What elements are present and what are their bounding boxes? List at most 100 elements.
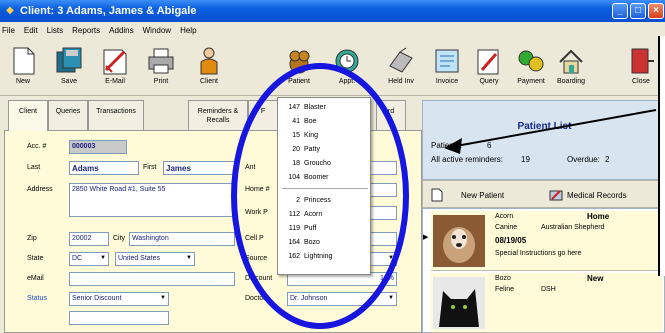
dog-photo	[433, 215, 485, 267]
new-patient-button[interactable]: New Patient	[431, 185, 504, 205]
new-button[interactable]: New	[4, 42, 42, 94]
new-document-icon	[8, 46, 38, 76]
patient-button[interactable]: Patient	[280, 42, 318, 94]
menu-bar: File Edit Lists Reports Addins Window He…	[0, 22, 665, 38]
menu-lists[interactable]: Lists	[47, 26, 63, 35]
acct-field[interactable]: 000003	[69, 140, 127, 154]
title-bar: ◆ Client: 3 Adams, James & Abigale _ □ ×	[0, 0, 665, 22]
zip-field[interactable]: 20002	[69, 232, 109, 246]
pet-breed: DSH	[541, 286, 556, 293]
email-button[interactable]: E-Mail	[96, 42, 134, 94]
menu-item-lightning[interactable]: 162 Lightning	[284, 250, 332, 262]
maximize-button[interactable]: □	[630, 3, 646, 19]
reminders-count: 19	[521, 155, 530, 164]
pet-name: Bozo	[495, 275, 511, 282]
client-button[interactable]: Client	[190, 42, 228, 94]
patient-card-bozo[interactable]: Bozo New Feline DSH	[431, 273, 663, 333]
window-close-button[interactable]: ×	[648, 3, 664, 19]
menu-file[interactable]: File	[2, 26, 15, 35]
address-field[interactable]: 2850 White Road #1, Suite 55	[69, 183, 235, 217]
tab-transactions[interactable]: Transactions	[88, 100, 144, 130]
menu-item-boe[interactable]: 41 Boe	[284, 115, 316, 127]
menu-item-puff[interactable]: 119 Puff	[284, 222, 317, 234]
reminders-label: All active reminders:	[431, 155, 504, 164]
email-icon	[100, 46, 130, 76]
pet-species: Canine	[495, 224, 518, 231]
new-document-icon	[431, 188, 443, 202]
cat-photo	[433, 277, 485, 329]
menu-item-boomer[interactable]: 104 Boomer	[284, 171, 328, 183]
menu-item-king[interactable]: 15 King	[284, 129, 318, 141]
appointment-button[interactable]: Appt.	[328, 42, 366, 94]
last-name-field[interactable]: Adams	[69, 161, 139, 175]
held-invoice-button[interactable]: Held Inv	[382, 42, 420, 94]
patient-dropdown-menu: 147 Blaster 41 Boe 15 King 20 Patty 18 Grouch…	[277, 97, 371, 275]
menu-item-blaster[interactable]: 147 Blaster	[284, 101, 325, 113]
first-label: First	[143, 164, 157, 171]
patients-label: Patients:	[431, 141, 463, 150]
email-field[interactable]	[69, 272, 235, 286]
first-name-field[interactable]: James	[163, 161, 235, 175]
menu-item-acorn[interactable]: 112 Acorn	[284, 208, 322, 220]
patient-icon	[284, 46, 314, 76]
doctor-select[interactable]: Dr. Johnson ▼	[287, 292, 397, 306]
payment-button[interactable]: Payment	[512, 42, 550, 94]
overdue-label: Overdue:	[567, 155, 600, 164]
held-invoice-icon	[386, 46, 416, 76]
chevron-down-icon: ▼	[100, 255, 106, 261]
tab-rd[interactable]: rd	[376, 100, 406, 130]
medical-records-button[interactable]: Medical Records	[549, 185, 627, 205]
invoice-button[interactable]: Invoice	[428, 42, 466, 94]
boarding-button[interactable]: Boarding	[552, 42, 590, 94]
menu-edit[interactable]: Edit	[24, 26, 38, 35]
patient-cards: ▶ Acorn Home Canine Australian Shepherd …	[422, 208, 665, 333]
print-button[interactable]: Print	[142, 42, 180, 94]
state-select[interactable]: DC ▼	[69, 252, 109, 266]
patient-list-title: Patient List	[517, 121, 572, 132]
row-pointer-icon: ▶	[423, 234, 429, 241]
menu-help[interactable]: Help	[180, 26, 196, 35]
patient-list-header: Patient List Patients: 6 All active remi…	[422, 100, 665, 180]
printer-icon	[146, 46, 176, 76]
pet-status: Home	[587, 212, 610, 221]
status-select[interactable]: Senior Discount ▼	[69, 292, 169, 306]
query-button[interactable]: Query	[470, 42, 508, 94]
tab-reminders-recalls[interactable]: Reminders & Recalls	[188, 100, 248, 130]
acct-label: Acc. #	[27, 143, 47, 150]
menu-addins[interactable]: Addins	[109, 26, 133, 35]
menu-item-bozo[interactable]: 164 Bozo	[284, 236, 320, 248]
pet-status: New	[587, 274, 604, 283]
menu-window[interactable]: Window	[143, 26, 171, 35]
discount-label: Discount	[245, 275, 273, 282]
save-icon	[54, 46, 84, 76]
menu-reports[interactable]: Reports	[72, 26, 100, 35]
patients-count: 6	[487, 141, 492, 150]
status-label: Status	[27, 295, 47, 302]
medical-records-icon	[549, 190, 563, 201]
pet-date: 08/19/05	[495, 236, 527, 245]
menu-separator	[282, 188, 368, 189]
patient-card-acorn[interactable]: Acorn Home Canine Australian Shepherd 08…	[431, 211, 663, 271]
address-label: Address	[27, 186, 53, 193]
country-select[interactable]: United States ▼	[115, 252, 195, 266]
extra-field[interactable]	[69, 311, 169, 325]
menu-item-groucho[interactable]: 18 Groucho	[284, 157, 331, 169]
close-icon	[626, 46, 656, 76]
chevron-down-icon: ▼	[388, 295, 394, 301]
pet-name: Acorn	[495, 213, 514, 220]
toolbar: New Save E-Mail Print Client Patient App…	[0, 38, 665, 96]
close-button[interactable]: Close	[622, 42, 660, 94]
menu-item-princess[interactable]: 2 Princess	[284, 194, 331, 206]
ant-label: Ant	[245, 164, 256, 171]
save-button[interactable]: Save	[50, 42, 88, 94]
minimize-button[interactable]: _	[612, 3, 628, 19]
menu-item-patty[interactable]: 20 Patty	[284, 143, 320, 155]
tab-queries[interactable]: Queries	[48, 100, 88, 130]
invoice-icon	[432, 46, 462, 76]
patient-actions-bar: New Patient Medical Records	[422, 180, 665, 208]
tab-f[interactable]: F	[248, 100, 278, 130]
chevron-down-icon: ▼	[160, 295, 166, 301]
tab-client[interactable]: Client	[8, 100, 48, 131]
city-label: City	[113, 235, 126, 242]
city-field[interactable]: Washington	[129, 232, 235, 246]
